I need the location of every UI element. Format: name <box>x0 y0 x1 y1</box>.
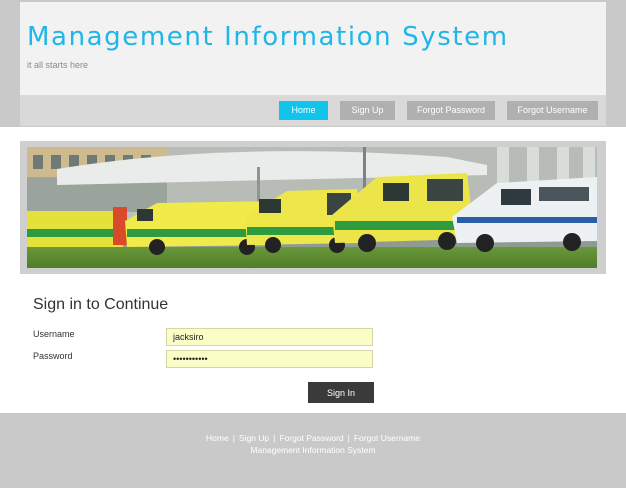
footer-link-forgot-username[interactable]: Forgot Username <box>354 433 420 443</box>
footer-links: Home | Sign Up | Forgot Password | Forgot User… <box>0 433 626 443</box>
nav-forgot-password-button[interactable]: Forgot Password <box>407 101 495 120</box>
nav-forgot-username-button[interactable]: Forgot Username <box>507 101 598 120</box>
footer-site-name: Management Information System <box>250 445 376 455</box>
footer-link-signup[interactable]: Sign Up <box>239 433 269 443</box>
nav-home-button[interactable]: Home <box>279 101 328 120</box>
footer-link-home[interactable]: Home <box>206 433 229 443</box>
nav-bar: Home Sign Up Forgot Password Forgot User… <box>20 95 606 126</box>
banner <box>20 141 606 274</box>
signin-button[interactable]: Sign In <box>308 382 374 403</box>
footer-separator: | <box>347 433 350 443</box>
footer-separator: | <box>273 433 276 443</box>
password-field[interactable] <box>166 350 373 368</box>
site-tagline: it all starts here <box>27 60 89 70</box>
password-label: Password <box>33 351 73 361</box>
footer-link-forgot-password[interactable]: Forgot Password <box>279 433 343 443</box>
signin-heading: Sign in to Continue <box>33 296 169 313</box>
footer: Home | Sign Up | Forgot Password | Forgot User… <box>0 413 626 488</box>
site-header: Management Information System it all sta… <box>20 2 606 95</box>
nav-signup-button[interactable]: Sign Up <box>340 101 395 120</box>
username-label: Username <box>33 329 75 339</box>
username-field[interactable] <box>166 328 373 346</box>
ambulance-fleet-photo <box>27 147 597 268</box>
site-title: Management Information System <box>27 22 509 52</box>
footer-separator: | <box>232 433 235 443</box>
